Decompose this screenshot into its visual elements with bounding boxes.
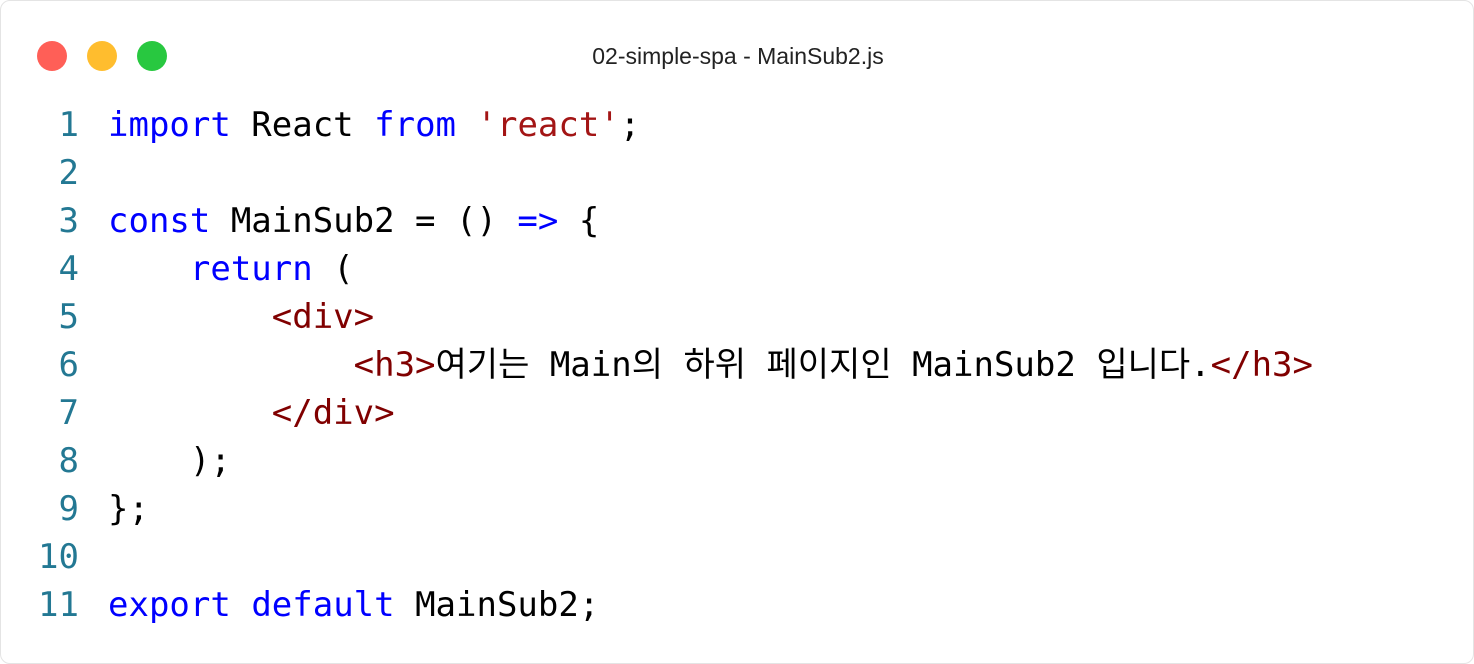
code-token: React <box>230 105 375 145</box>
code-line: 2 <box>1 149 1473 197</box>
code-content: export default MainSub2; <box>108 581 599 629</box>
code-token: from <box>374 105 457 145</box>
code-content: const MainSub2 = () => { <box>108 197 599 245</box>
code-token: <div> <box>271 297 375 337</box>
code-line: 9}; <box>1 485 1473 533</box>
code-line: 3 const MainSub2 = () => { <box>1 197 1473 245</box>
code-line: 10 <box>1 533 1473 581</box>
code-token: </div> <box>271 393 395 433</box>
code-content: </div> <box>108 389 395 437</box>
code-token: <h3> <box>353 345 436 385</box>
code-token: ); <box>108 441 231 481</box>
code-token: ; <box>619 105 641 145</box>
line-number: 3 <box>58 201 79 241</box>
title-bar: 02-simple-spa - MainSub2.js <box>1 1 1473 97</box>
code-line: 7 </div> <box>1 389 1473 437</box>
line-number: 2 <box>58 153 79 193</box>
code-line: 8 ); <box>1 437 1473 485</box>
code-token: => <box>517 201 559 241</box>
line-number: 1 <box>58 105 79 145</box>
code-content: return ( <box>108 245 354 293</box>
code-content: import React from 'react'; <box>108 101 640 149</box>
code-token: return <box>189 249 313 289</box>
code-token: 여기는 Main의 하위 페이지인 MainSub2 입니다. <box>435 345 1211 385</box>
code-line: 4 return ( <box>1 245 1473 293</box>
code-token: ( <box>312 249 354 289</box>
line-number: 8 <box>58 441 79 481</box>
code-line: 1 import React from 'react'; <box>1 101 1473 149</box>
code-token: import <box>108 105 231 145</box>
code-line: 6 <h3>여기는 Main의 하위 페이지인 MainSub2 입니다.</h… <box>1 341 1473 389</box>
editor-window: 02-simple-spa - MainSub2.js 1 import Reac… <box>0 0 1474 664</box>
code-line: 11 export default MainSub2; <box>1 581 1473 629</box>
code-token: </h3> <box>1210 345 1313 385</box>
window-title: 02-simple-spa - MainSub2.js <box>592 43 884 69</box>
code-token: MainSub2; <box>394 585 600 625</box>
code-content: <h3>여기는 Main의 하위 페이지인 MainSub2 입니다.</h3> <box>108 341 1313 389</box>
code-token: default <box>251 585 395 625</box>
line-number: 9 <box>58 489 79 529</box>
code-line: 5 <div> <box>1 293 1473 341</box>
code-editor[interactable]: 1 import React from 'react'; 2 3 const MainS… <box>1 101 1473 629</box>
code-content: ); <box>108 437 231 485</box>
line-number: 10 <box>38 537 79 577</box>
line-number: 6 <box>58 345 79 385</box>
code-content: <div> <box>108 293 374 341</box>
line-number: 5 <box>58 297 79 337</box>
code-content: }; <box>108 485 149 533</box>
code-token: const <box>108 201 211 241</box>
code-token: 'react' <box>476 105 620 145</box>
line-number: 11 <box>38 585 79 625</box>
code-token: { <box>558 201 600 241</box>
code-token: MainSub2 = () <box>210 201 518 241</box>
code-token: }; <box>108 489 149 529</box>
line-number: 7 <box>58 393 79 433</box>
code-token: export <box>108 585 231 625</box>
line-number: 4 <box>58 249 79 289</box>
